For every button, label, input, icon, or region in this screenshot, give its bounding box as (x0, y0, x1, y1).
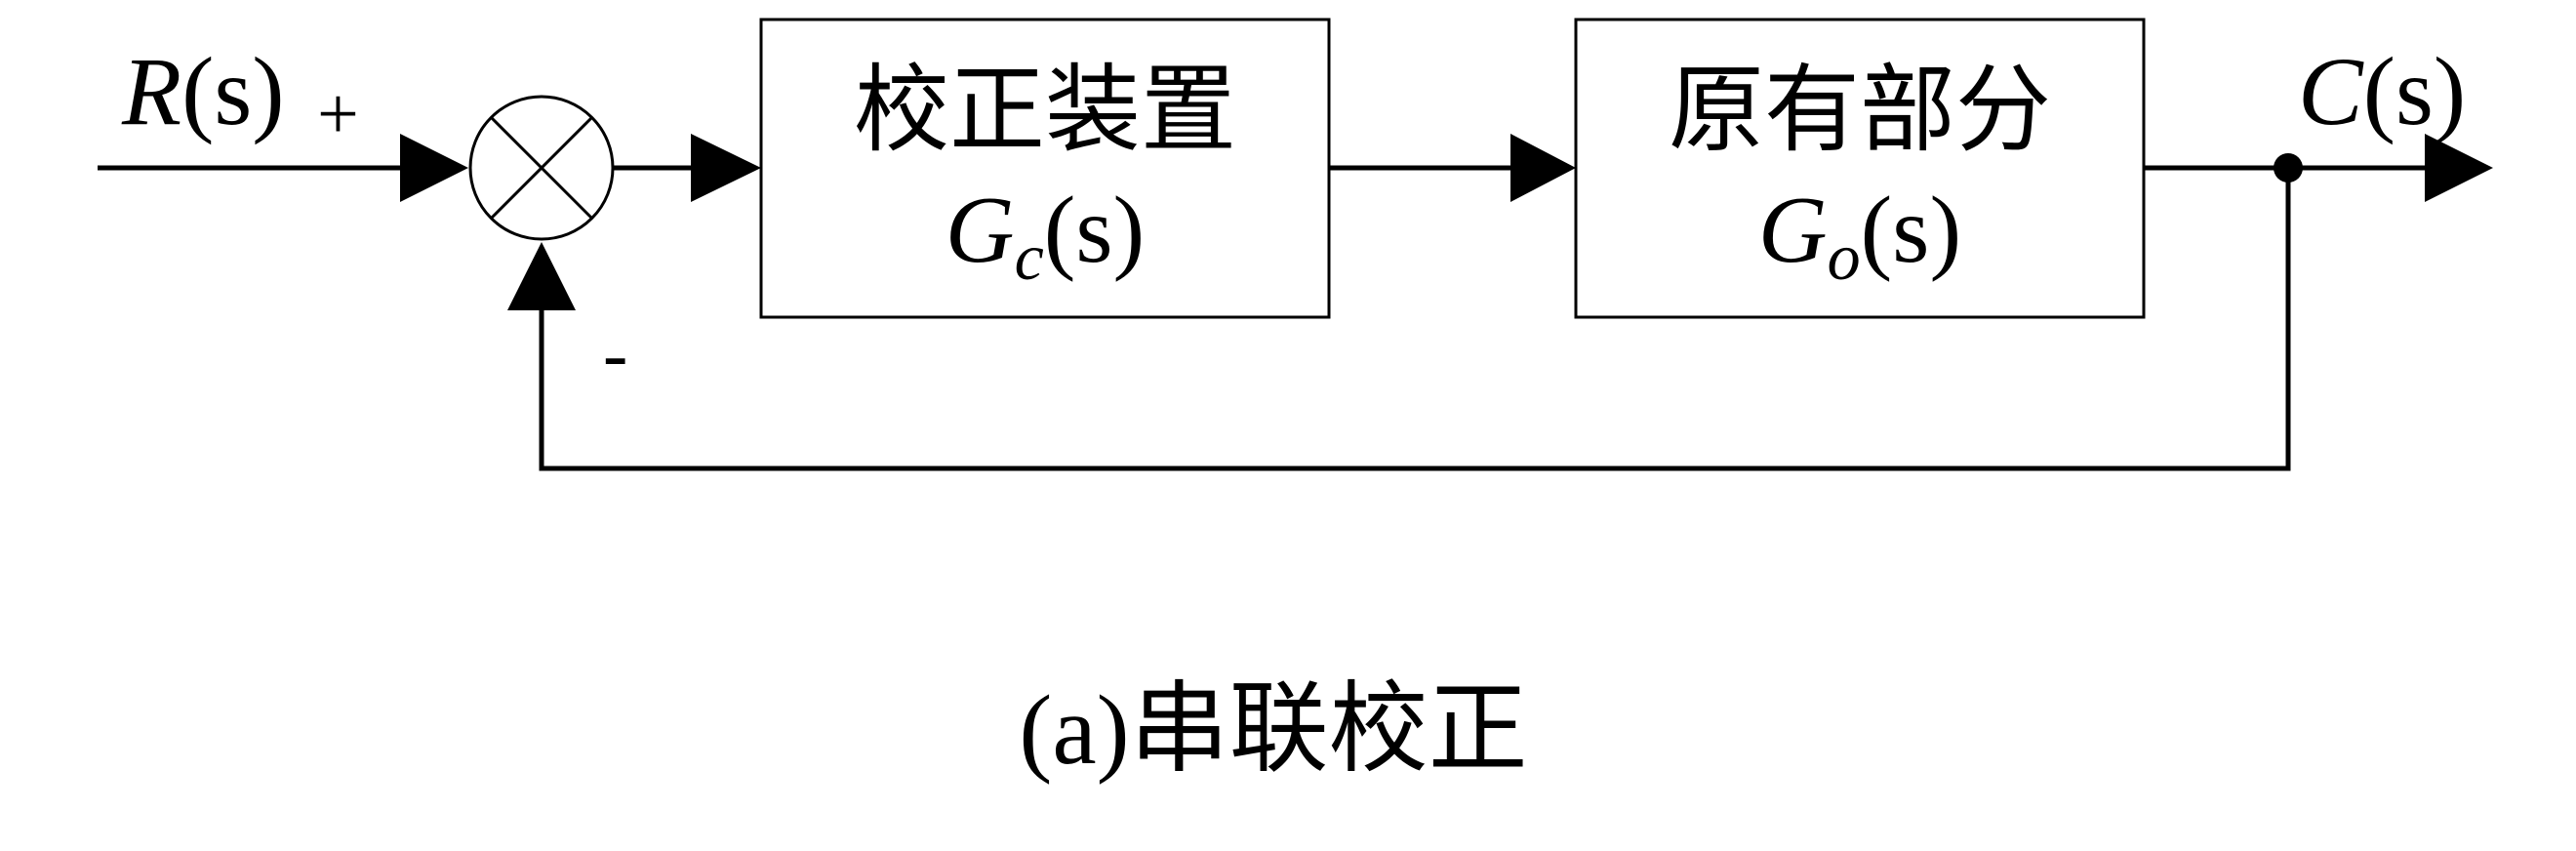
feedback-arrow (507, 242, 576, 310)
output-label: C(s) (2298, 37, 2466, 145)
plant-title: 原有部分 (1669, 59, 2051, 164)
minus-sign: - (603, 313, 627, 395)
block-diagram: R(s) + - C(s) 校正装置 Gc(s) 原有部分 Go(s) (a)串… (0, 0, 2576, 851)
compensator-transfer-function: Gc(s) (946, 178, 1145, 294)
plus-sign: + (317, 73, 359, 155)
summing-junction (468, 95, 615, 241)
input-arrow (400, 134, 468, 202)
plant-transfer-function: Go(s) (1758, 178, 1961, 294)
compensator-title: 校正装置 (854, 59, 1236, 164)
input-label: R(s) (121, 37, 285, 145)
plant-input-arrow (1510, 134, 1576, 202)
compensator-input-arrow (691, 134, 761, 202)
figure-caption: (a)串联校正 (1019, 675, 1527, 786)
